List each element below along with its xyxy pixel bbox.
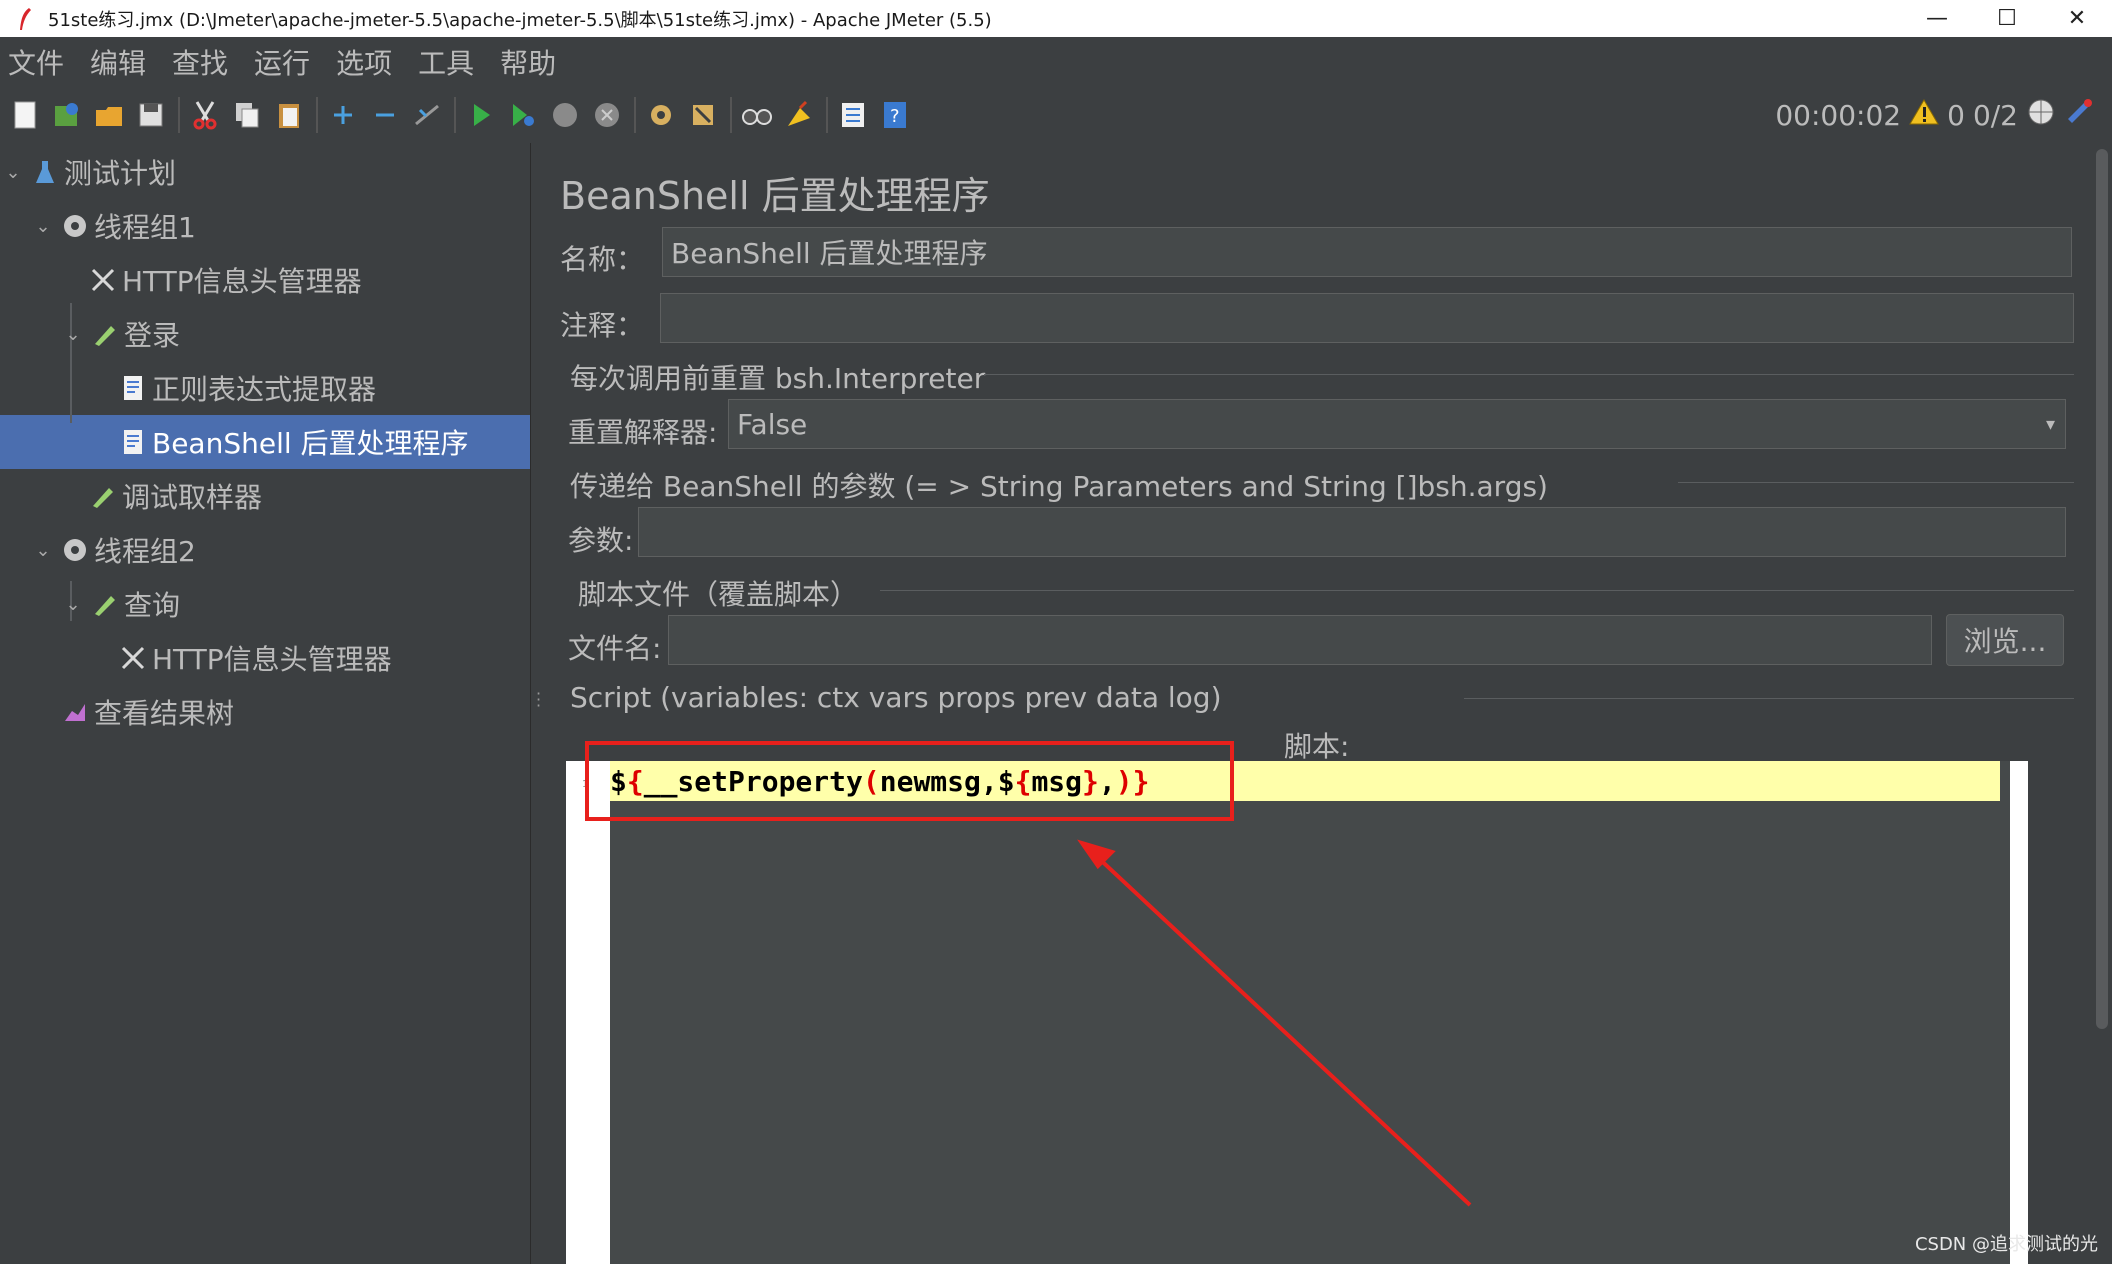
watermark: CSDN @追求测试的光 xyxy=(1914,1234,2098,1255)
jmeter-window: 51ste练习.jmx (D:\Jmeter\apache-jmeter-5.5… xyxy=(0,0,2112,1264)
annotation-arrow xyxy=(1077,839,1472,1207)
